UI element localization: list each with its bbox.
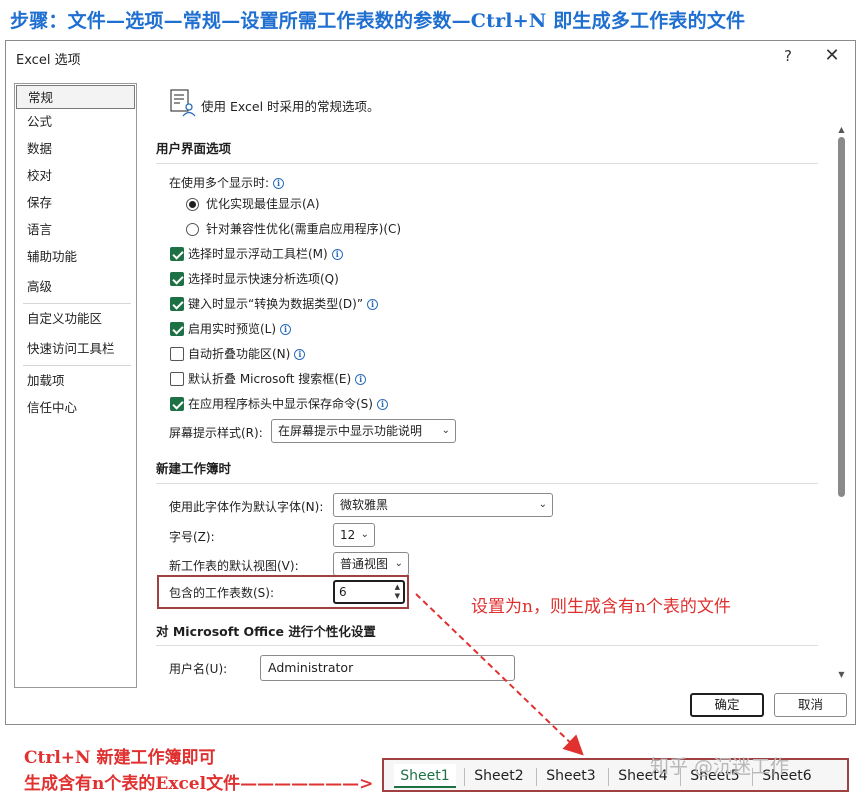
checkbox-label: 启用实时预览(L) i (188, 321, 292, 337)
checkbox-label: 默认折叠 Microsoft 搜索框(E) i (188, 371, 367, 387)
section-divider (156, 483, 818, 484)
nav-item-formulas[interactable]: 公式 (16, 110, 135, 134)
default-view-label: 新工作表的默认视图(V): (169, 559, 299, 573)
nav-item-quick-access-toolbar[interactable]: 快速访问工具栏 (16, 337, 135, 361)
sheet-count-highlight (157, 575, 409, 609)
section-divider (156, 163, 818, 164)
annotation-ctrl-n: Ctrl+N 新建工作簿即可 (24, 748, 216, 768)
checkbox-label: 选择时显示浮动工具栏(M) i (188, 246, 343, 262)
checkbox-label: 自动折叠功能区(N) i (188, 346, 306, 362)
nav-divider (23, 365, 131, 366)
cancel-button[interactable]: 取消 (774, 693, 847, 717)
scroll-thumb[interactable] (838, 137, 845, 497)
excel-options-dialog: Excel 选项 ? ✕ 常规 公式 数据 校对 保存 语言 辅助功能 高级 自… (5, 40, 856, 725)
intro-text: 使用 Excel 时采用的常规选项。 (201, 99, 380, 114)
tooltip-style-select[interactable]: 在屏幕提示中显示功能说明 ⌄ (271, 419, 456, 443)
radio-optimize-display[interactable] (186, 198, 199, 211)
annotation-set-n: 设置为n，则生成含有n个表的文件 (471, 597, 731, 617)
chevron-down-icon: ⌄ (394, 558, 403, 569)
nav-item-general[interactable]: 常规 (16, 85, 135, 109)
info-icon: i (367, 299, 379, 310)
nav-item-save[interactable]: 保存 (16, 191, 135, 215)
nav-item-customize-ribbon[interactable]: 自定义功能区 (16, 307, 135, 331)
section-title-ui: 用户界面选项 (156, 141, 232, 156)
nav-item-proofing[interactable]: 校对 (16, 164, 135, 188)
nav-item-advanced[interactable]: 高级 (16, 275, 135, 299)
chevron-down-icon: ⌄ (441, 425, 450, 436)
info-icon: i (331, 249, 343, 260)
scroll-up-icon[interactable]: ▲ (836, 125, 847, 134)
annotation-result: 生成含有n个表的Excel文件———————> (24, 774, 374, 794)
radio-optimize-label: 优化实现最佳显示(A) (206, 197, 320, 211)
checkbox-label: 键入时显示“转换为数据类型(D)” i (188, 296, 379, 312)
info-icon: i (376, 399, 388, 410)
multi-display-label: 在使用多个显示时: i (169, 175, 285, 191)
checkbox-label: 在应用程序标头中显示保存命令(S) i (188, 396, 388, 412)
tab-divider (536, 768, 537, 786)
tooltip-style-label: 屏幕提示样式(R): (169, 426, 263, 440)
checkbox-mini-toolbar[interactable] (170, 247, 184, 261)
username-label: 用户名(U): (169, 662, 228, 676)
radio-compat-label: 针对兼容性优化(需重启应用程序)(C) (206, 222, 402, 236)
info-icon: i (294, 349, 306, 360)
username-input[interactable]: Administrator (260, 655, 515, 681)
sheet-tab-1[interactable]: Sheet1 (394, 764, 456, 788)
info-icon: i (273, 178, 285, 189)
font-size-select[interactable]: 12 ⌄ (333, 523, 375, 547)
checkbox-collapse-search[interactable] (170, 372, 184, 386)
sheet-tab-2[interactable]: Sheet2 (468, 764, 530, 788)
chevron-down-icon: ⌄ (538, 499, 547, 510)
default-font-select[interactable]: 微软雅黑 ⌄ (333, 493, 553, 517)
checkbox-quick-analysis[interactable] (170, 272, 184, 286)
ok-button[interactable]: 确定 (690, 693, 764, 717)
default-font-label: 使用此字体作为默认字体(N): (169, 500, 324, 514)
font-size-label: 字号(Z): (169, 530, 215, 544)
options-scrollbar[interactable]: ▲ ▼ (836, 125, 847, 725)
nav-divider (23, 303, 131, 304)
section-title-personalize: 对 Microsoft Office 进行个性化设置 (156, 624, 376, 639)
section-divider (156, 645, 818, 646)
info-icon: i (280, 324, 292, 335)
tab-divider (608, 768, 609, 786)
checkbox-label: 选择时显示快速分析选项(Q) (188, 272, 339, 286)
section-title-new-workbook: 新建工作簿时 (156, 461, 232, 476)
info-icon: i (355, 374, 367, 385)
checkbox-convert-data-type[interactable] (170, 297, 184, 311)
sheet-tab-3[interactable]: Sheet3 (540, 764, 602, 788)
nav-item-trust-center[interactable]: 信任中心 (16, 396, 135, 420)
checkbox-collapse-ribbon[interactable] (170, 347, 184, 361)
nav-item-accessibility[interactable]: 辅助功能 (16, 245, 135, 269)
tab-divider (464, 768, 465, 786)
options-nav: 常规 公式 数据 校对 保存 语言 辅助功能 高级 自定义功能区 快速访问工具栏… (14, 83, 137, 688)
page-headline: 步骤：文件—选项—常规—设置所需工作表数的参数—Ctrl+N 即生成多工作表的文… (10, 10, 746, 32)
help-icon[interactable]: ? (778, 47, 798, 65)
chevron-down-icon: ⌄ (360, 529, 369, 540)
nav-item-language[interactable]: 语言 (16, 218, 135, 242)
nav-item-addins[interactable]: 加载项 (16, 369, 135, 393)
checkbox-live-preview[interactable] (170, 322, 184, 336)
scroll-down-icon[interactable]: ▼ (836, 670, 847, 679)
watermark: 知乎 @沉迷工作 (650, 756, 790, 778)
general-options-icon (170, 89, 196, 117)
nav-item-data[interactable]: 数据 (16, 137, 135, 161)
close-icon[interactable]: ✕ (822, 45, 842, 66)
checkbox-save-in-header[interactable] (170, 397, 184, 411)
dialog-title: Excel 选项 (16, 53, 81, 68)
radio-optimize-compatibility[interactable] (186, 223, 199, 236)
default-view-select[interactable]: 普通视图 ⌄ (333, 552, 409, 576)
